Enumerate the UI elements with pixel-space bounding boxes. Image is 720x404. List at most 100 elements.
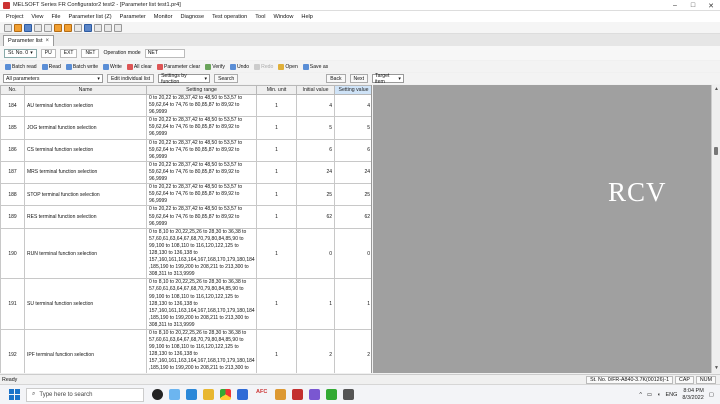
save-icon[interactable] <box>24 23 32 32</box>
back-button[interactable]: Back <box>326 74 346 83</box>
chevron-up-icon[interactable]: ^ <box>639 392 642 398</box>
parameter-icon[interactable] <box>94 23 102 32</box>
table-row[interactable]: 188 STOP terminal function selection 0 t… <box>0 183 371 207</box>
batch-write-label: Batch write <box>72 63 99 70</box>
clock[interactable]: 8:04 PM 8/3/2022 <box>682 388 703 402</box>
table-row[interactable]: 191 SU terminal function selection 0 to … <box>0 278 371 330</box>
batch-read-button[interactable]: Batch read <box>3 62 39 71</box>
online-icon[interactable] <box>54 23 62 32</box>
melsoft-app-icon[interactable] <box>292 389 304 400</box>
read-button[interactable]: Read <box>40 62 63 71</box>
taskbar-search-input[interactable]: ⌕ Type here to search <box>26 387 144 402</box>
parameter-clear-button[interactable]: Parameter clear <box>155 62 202 71</box>
row-setting-value[interactable]: 2 <box>334 329 371 373</box>
station-select[interactable]: St. No. 0 ▾ <box>4 48 37 58</box>
redo-button[interactable]: Redo <box>252 62 275 71</box>
column-header-range[interactable]: Setting range <box>146 85 257 95</box>
print-icon[interactable] <box>34 23 42 32</box>
table-row[interactable]: 184 AU terminal function selection 0 to … <box>0 93 371 118</box>
parameter-group-select[interactable]: All parameters ▾ <box>3 74 103 83</box>
verify-button[interactable]: Verify <box>203 62 227 71</box>
new-icon[interactable] <box>4 23 12 32</box>
row-setting-value[interactable]: 5 <box>334 116 371 140</box>
menu-parameter[interactable]: Parameter <box>116 14 150 20</box>
app-icon-green[interactable] <box>326 389 338 400</box>
operation-mode-value: NET <box>144 48 185 58</box>
table-row[interactable]: 185 JOG terminal function selection 0 to… <box>0 116 371 140</box>
app-icon-purple[interactable] <box>309 389 321 400</box>
language-indicator[interactable]: ENG <box>665 392 677 398</box>
file-explorer-icon[interactable] <box>203 389 214 400</box>
target-item-select[interactable]: Target item ▾ <box>372 73 405 85</box>
column-header-initial[interactable]: Initial value <box>296 85 335 95</box>
write-button[interactable]: Write <box>101 62 124 71</box>
batch-write-button[interactable]: Batch write <box>64 62 100 71</box>
row-setting-value[interactable]: 24 <box>334 160 371 185</box>
menu-window[interactable]: Window <box>270 14 298 20</box>
maximize-icon[interactable]: □ <box>684 0 702 11</box>
menu-parameter-list[interactable]: Parameter list (Z) <box>64 14 115 20</box>
chrome-icon[interactable] <box>220 389 231 400</box>
menu-file[interactable]: File <box>47 14 64 20</box>
table-row[interactable]: 192 IPF terminal function selection 0 to… <box>0 329 371 373</box>
menu-tool[interactable]: Tool <box>251 14 269 20</box>
mode-pu[interactable]: PU <box>40 48 56 58</box>
minimize-icon[interactable]: – <box>666 0 684 11</box>
mode-net[interactable]: NET <box>81 48 100 58</box>
row-setting-value[interactable]: 6 <box>334 138 371 162</box>
afc-app-icon[interactable]: AFC <box>254 389 269 400</box>
save-as-button[interactable]: Save as <box>301 62 330 71</box>
column-header-name[interactable]: Name <box>24 85 147 95</box>
task-view-icon[interactable] <box>152 389 163 400</box>
edge-icon[interactable] <box>237 389 248 400</box>
open-button[interactable]: Open <box>276 62 299 71</box>
menu-help[interactable]: Help <box>297 14 317 20</box>
menu-monitor[interactable]: Monitor <box>150 14 177 20</box>
mail-icon[interactable] <box>186 389 197 400</box>
close-tab-icon[interactable]: × <box>46 38 50 44</box>
scroll-up-icon[interactable]: ▲ <box>713 86 720 93</box>
settings-by-function-button[interactable]: Settings by function ▾ <box>158 73 211 85</box>
table-row[interactable]: 187 MRS terminal function selection 0 to… <box>0 160 371 185</box>
edit-individual-list-button[interactable]: Edit individual list <box>107 74 155 83</box>
network-icon[interactable]: ▭ <box>647 392 652 398</box>
settings-icon[interactable] <box>74 23 82 32</box>
table-row[interactable]: 189 RES terminal function selection 0 to… <box>0 205 371 229</box>
row-setting-value[interactable]: 0 <box>334 227 371 280</box>
open-icon[interactable] <box>14 23 22 32</box>
column-header-unit[interactable]: Min. unit <box>256 85 297 95</box>
menu-diagnose[interactable]: Diagnose <box>176 14 208 20</box>
tab-parameter-list[interactable]: Parameter list × <box>3 35 55 46</box>
row-setting-value[interactable]: 62 <box>334 205 371 229</box>
menu-view[interactable]: View <box>27 14 47 20</box>
column-header-no[interactable]: No. <box>0 85 25 95</box>
row-setting-value[interactable]: 25 <box>334 183 371 207</box>
widgets-icon[interactable] <box>169 389 180 400</box>
close-icon[interactable]: ✕ <box>702 0 720 11</box>
column-header-setting[interactable]: Setting value <box>334 85 371 95</box>
diagnose-icon[interactable] <box>114 23 122 32</box>
help-icon[interactable] <box>44 23 52 32</box>
volume-icon[interactable]: ◖ <box>657 392 660 398</box>
all-clear-button[interactable]: All clear <box>125 62 154 71</box>
menu-project[interactable]: Project <box>2 14 27 20</box>
row-setting-value[interactable]: 1 <box>334 278 371 330</box>
undo-button[interactable]: Undo <box>228 62 251 71</box>
notification-icon[interactable]: ▢ <box>709 392 714 398</box>
scrollbar-thumb[interactable] <box>714 147 718 155</box>
search-button[interactable]: Search <box>214 74 239 83</box>
graph-icon[interactable] <box>104 23 112 32</box>
row-setting-value[interactable]: 4 <box>334 93 371 118</box>
monitor-icon[interactable] <box>84 23 92 32</box>
scroll-down-icon[interactable]: ▼ <box>713 365 720 372</box>
next-button[interactable]: Next <box>349 74 369 83</box>
app-icon-orange[interactable] <box>275 389 287 400</box>
mode-ext[interactable]: EXT <box>59 48 78 58</box>
offline-icon[interactable] <box>64 23 72 32</box>
windows-start-icon[interactable] <box>6 387 22 403</box>
menu-test-operation[interactable]: Test operation <box>208 14 251 20</box>
app-icon-dark[interactable] <box>343 389 355 400</box>
vertical-scrollbar[interactable]: ▲ ▼ <box>711 85 720 373</box>
table-row[interactable]: 186 CS terminal function selection 0 to … <box>0 138 371 162</box>
table-row[interactable]: 190 RUN terminal function selection 0 to… <box>0 227 371 280</box>
